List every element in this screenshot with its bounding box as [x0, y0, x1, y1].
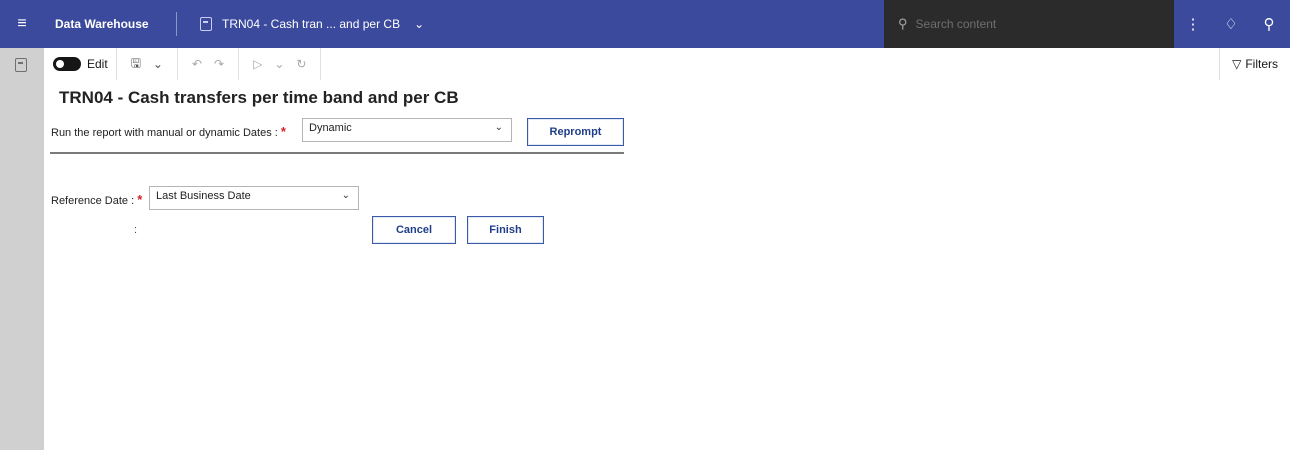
divider	[238, 48, 240, 80]
divider	[176, 48, 178, 80]
report-title: TRN04 - Cash transfers per time band and…	[59, 88, 459, 107]
report-toolbar: Edit 🖫 ⌄ ↶ ↷ ▷ ⌄ ↻ ▽ Filters	[44, 48, 1290, 80]
dates-mode-select[interactable]: Dynamic ⌄	[302, 118, 512, 142]
report-icon	[200, 17, 212, 31]
save-icon[interactable]: 🖫	[131, 54, 141, 75]
filters-button[interactable]: ▽ Filters	[1219, 48, 1290, 80]
edit-toggle[interactable]	[53, 57, 81, 71]
divider	[320, 48, 322, 80]
divider	[115, 48, 117, 80]
filters-label: Filters	[1245, 57, 1278, 71]
redo-icon[interactable]: ↷	[214, 57, 224, 71]
prompt-dates-text: Run the report with manual or dynamic Da…	[51, 127, 281, 139]
chevron-down-icon: ⌄	[494, 122, 503, 133]
search-box[interactable]: ⚲	[884, 0, 1174, 48]
overflow-icon[interactable]: ⋮	[1174, 15, 1212, 33]
search-input[interactable]	[915, 17, 1156, 31]
dates-mode-value: Dynamic	[309, 122, 352, 134]
prompt-dates-label: Run the report with manual or dynamic Da…	[51, 124, 286, 139]
app-title[interactable]: Data Warehouse	[55, 0, 149, 48]
cancel-button[interactable]: Cancel	[372, 216, 456, 244]
user-icon[interactable]: ⚲	[1250, 15, 1288, 33]
divider	[50, 152, 624, 154]
reference-date-label: Reference Date : *	[51, 192, 142, 207]
reprompt-button[interactable]: Reprompt	[527, 118, 624, 146]
required-marker: *	[280, 124, 286, 139]
refresh-icon[interactable]: ↻	[296, 57, 306, 71]
finish-button[interactable]: Finish	[467, 216, 544, 244]
chevron-down-icon[interactable]: ⌄	[153, 57, 163, 71]
run-icon[interactable]: ▷	[253, 57, 262, 71]
left-rail	[0, 48, 44, 450]
reference-date-select[interactable]: Last Business Date ⌄	[149, 186, 359, 210]
divider	[176, 12, 177, 36]
reference-date-text: Reference Date :	[51, 195, 138, 207]
chevron-down-icon[interactable]: ⌄	[274, 57, 284, 71]
top-icons: ⋮ ♢ ⚲	[1174, 0, 1288, 48]
chevron-down-icon[interactable]: ⌄	[414, 17, 424, 31]
search-icon: ⚲	[898, 16, 908, 31]
edit-label: Edit	[87, 57, 108, 71]
undo-icon[interactable]: ↶	[192, 57, 202, 71]
report-tab[interactable]: TRN04 - Cash tran ... and per CB ⌄	[200, 0, 424, 48]
required-marker: *	[137, 192, 143, 207]
filter-icon: ▽	[1232, 57, 1242, 71]
reference-date-value: Last Business Date	[156, 190, 251, 202]
chevron-down-icon: ⌄	[341, 190, 350, 201]
top-bar: ≡ Data Warehouse TRN04 - Cash tran ... a…	[0, 0, 1290, 48]
colon-label: :	[134, 224, 138, 236]
notification-icon[interactable]: ♢	[1212, 15, 1250, 33]
report-icon[interactable]	[15, 58, 27, 72]
menu-icon[interactable]: ≡	[0, 0, 44, 48]
report-tab-label: TRN04 - Cash tran ... and per CB	[222, 17, 401, 31]
